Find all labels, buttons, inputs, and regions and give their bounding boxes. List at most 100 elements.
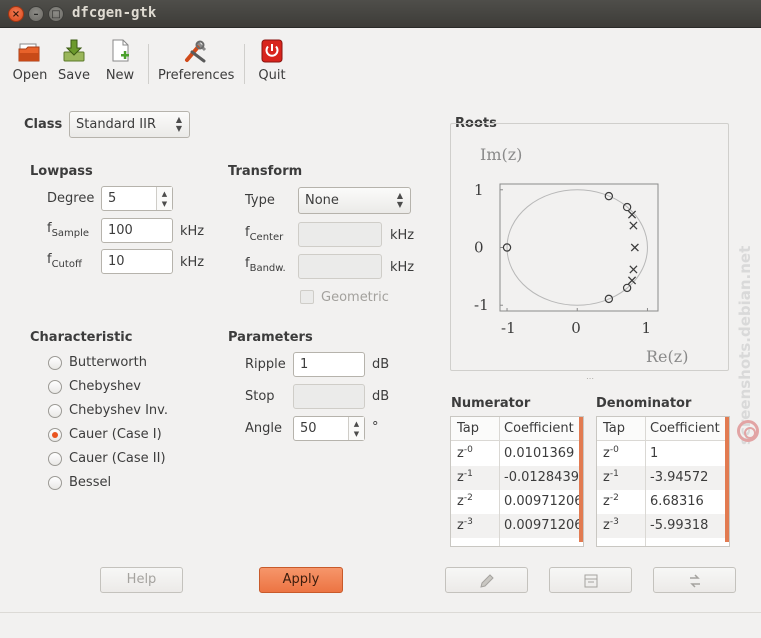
watermark-text: screenshots.debian.net (736, 245, 754, 445)
fbandw-label: fBandw. (245, 256, 286, 274)
table-row[interactable]: z-2 6.68316 (597, 490, 729, 514)
characteristic-radio[interactable] (48, 428, 62, 442)
minimize-window-button[interactable]: – (28, 6, 44, 22)
characteristic-option-label[interactable]: Bessel (69, 475, 111, 490)
denominator-scrollbar[interactable] (725, 417, 729, 542)
swap-button[interactable] (653, 567, 736, 593)
ripple-unit: dB (372, 357, 390, 372)
table-row[interactable]: z-0 0.0101369 (451, 442, 583, 466)
pane-resize-handle[interactable]: ⋯ (586, 374, 595, 383)
coefficient-cell[interactable]: -5.99318 (650, 518, 708, 533)
close-window-button[interactable]: × (8, 6, 24, 22)
table-row[interactable]: z-3 -5.99318 (597, 514, 729, 538)
fbandw-input[interactable] (298, 254, 382, 279)
pole-marker (629, 221, 638, 230)
table-row[interactable]: z-1 -0.0128439 (451, 466, 583, 490)
combo-arrows-icon: ▲ ▼ (175, 115, 182, 133)
calculator-button[interactable] (549, 567, 632, 593)
fsample-unit: kHz (180, 224, 205, 239)
edit-coefficients-button[interactable] (445, 567, 528, 593)
status-divider (0, 612, 761, 613)
coefficient-cell[interactable]: 0.00971206 (504, 494, 583, 509)
roots-x-tick-label: 0 (571, 319, 581, 337)
angle-unit: ° (372, 420, 379, 435)
apply-button[interactable]: Apply (259, 567, 343, 593)
help-button[interactable]: Help (100, 567, 183, 593)
fsample-input[interactable]: 100 (101, 218, 173, 243)
pencil-icon (479, 574, 494, 588)
transform-type-combo[interactable]: None ▲ ▼ (298, 187, 411, 214)
class-combo[interactable]: Standard IIR ▲ ▼ (69, 111, 190, 138)
fcenter-unit: kHz (390, 228, 415, 243)
coefficient-cell[interactable]: 6.68316 (650, 494, 704, 509)
numerator-tap-header[interactable]: Tap (457, 421, 479, 436)
fcutoff-input[interactable]: 10 (101, 249, 173, 274)
coefficient-cell[interactable]: 0.0101369 (504, 446, 574, 461)
ripple-input[interactable]: 1 (293, 352, 365, 377)
quit-button[interactable]: Quit (256, 38, 288, 83)
characteristic-option-label[interactable]: Chebyshev (69, 379, 141, 394)
numerator-scrollbar[interactable] (579, 417, 583, 542)
maximize-window-button[interactable]: □ (48, 6, 64, 22)
roots-y-tick-label: -1 (474, 296, 489, 314)
characteristic-option-label[interactable]: Cauer (Case I) (69, 427, 162, 442)
roots-y-axis-label: Im(z) (480, 145, 522, 164)
tap-cell: z-2 (603, 493, 619, 509)
degree-spinner[interactable]: 5 ▲ ▼ (101, 186, 173, 211)
table-row[interactable]: z-0 1 (597, 442, 729, 466)
save-button[interactable]: Save (58, 38, 90, 83)
denominator-table[interactable]: Tap Coefficient z-0 1 z-1 -3.94572 z-2 6.6831… (596, 416, 730, 547)
combo-arrows-icon: ▲ ▼ (396, 191, 403, 209)
spin-arrows-icon[interactable]: ▲ ▼ (156, 187, 172, 210)
characteristic-option-label[interactable]: Butterworth (69, 355, 147, 370)
stop-input[interactable] (293, 384, 365, 409)
fcenter-input[interactable] (298, 222, 382, 247)
toolbar-separator (244, 44, 245, 84)
pole-marker (629, 265, 638, 274)
open-button[interactable]: Open (12, 38, 48, 83)
table-row[interactable]: z-2 0.00971206 (451, 490, 583, 514)
power-icon (259, 38, 285, 64)
denominator-tap-header[interactable]: Tap (603, 421, 625, 436)
spin-arrows-icon[interactable]: ▲ ▼ (348, 417, 364, 440)
roots-x-axis-label: Re(z) (646, 347, 688, 366)
characteristic-radio[interactable] (48, 356, 62, 370)
numerator-coef-header[interactable]: Coefficient (504, 421, 574, 436)
window-title: dfcgen-gtk (72, 5, 157, 21)
save-download-icon (61, 38, 87, 64)
characteristic-radio[interactable] (48, 404, 62, 418)
type-label: Type (245, 193, 275, 208)
stop-unit: dB (372, 389, 390, 404)
angle-spinner[interactable]: 50 ▲ ▼ (293, 416, 365, 441)
geometric-checkbox[interactable] (300, 290, 314, 304)
characteristic-radio[interactable] (48, 476, 62, 490)
characteristic-option-label[interactable]: Cauer (Case II) (69, 451, 166, 466)
preferences-button[interactable]: Preferences (158, 38, 234, 83)
calculator-icon (584, 574, 597, 588)
coefficient-cell[interactable]: 0.00971206 (504, 518, 583, 533)
denominator-coef-header[interactable]: Coefficient (650, 421, 720, 436)
numerator-table[interactable]: Tap Coefficient z-0 0.0101369 z-1 -0.012843… (450, 416, 584, 547)
fcutoff-label: fCutoff (47, 252, 82, 270)
tools-icon (183, 38, 209, 64)
stop-label: Stop (245, 389, 275, 404)
characteristic-radio[interactable] (48, 380, 62, 394)
roots-plot[interactable]: Im(z) Re(z) 1 0 -1 -1 0 1 (450, 130, 729, 370)
toolbar-separator (148, 44, 149, 84)
new-document-icon (107, 38, 133, 64)
table-row[interactable]: z-3 0.00971206 (451, 514, 583, 538)
coefficient-cell[interactable]: -0.0128439 (504, 470, 579, 485)
lowpass-heading: Lowpass (30, 164, 93, 179)
table-row[interactable]: z-1 -3.94572 (597, 466, 729, 490)
degree-label: Degree (47, 191, 95, 206)
coefficient-cell[interactable]: 1 (650, 446, 658, 461)
transform-heading: Transform (228, 164, 303, 179)
roots-y-tick-label: 1 (474, 181, 484, 199)
characteristic-radio[interactable] (48, 452, 62, 466)
geometric-label: Geometric (321, 290, 389, 305)
tap-cell: z-2 (457, 493, 473, 509)
characteristic-option-label[interactable]: Chebyshev Inv. (69, 403, 168, 418)
folder-open-icon (17, 38, 43, 64)
coefficient-cell[interactable]: -3.94572 (650, 470, 708, 485)
new-button[interactable]: New (104, 38, 136, 83)
